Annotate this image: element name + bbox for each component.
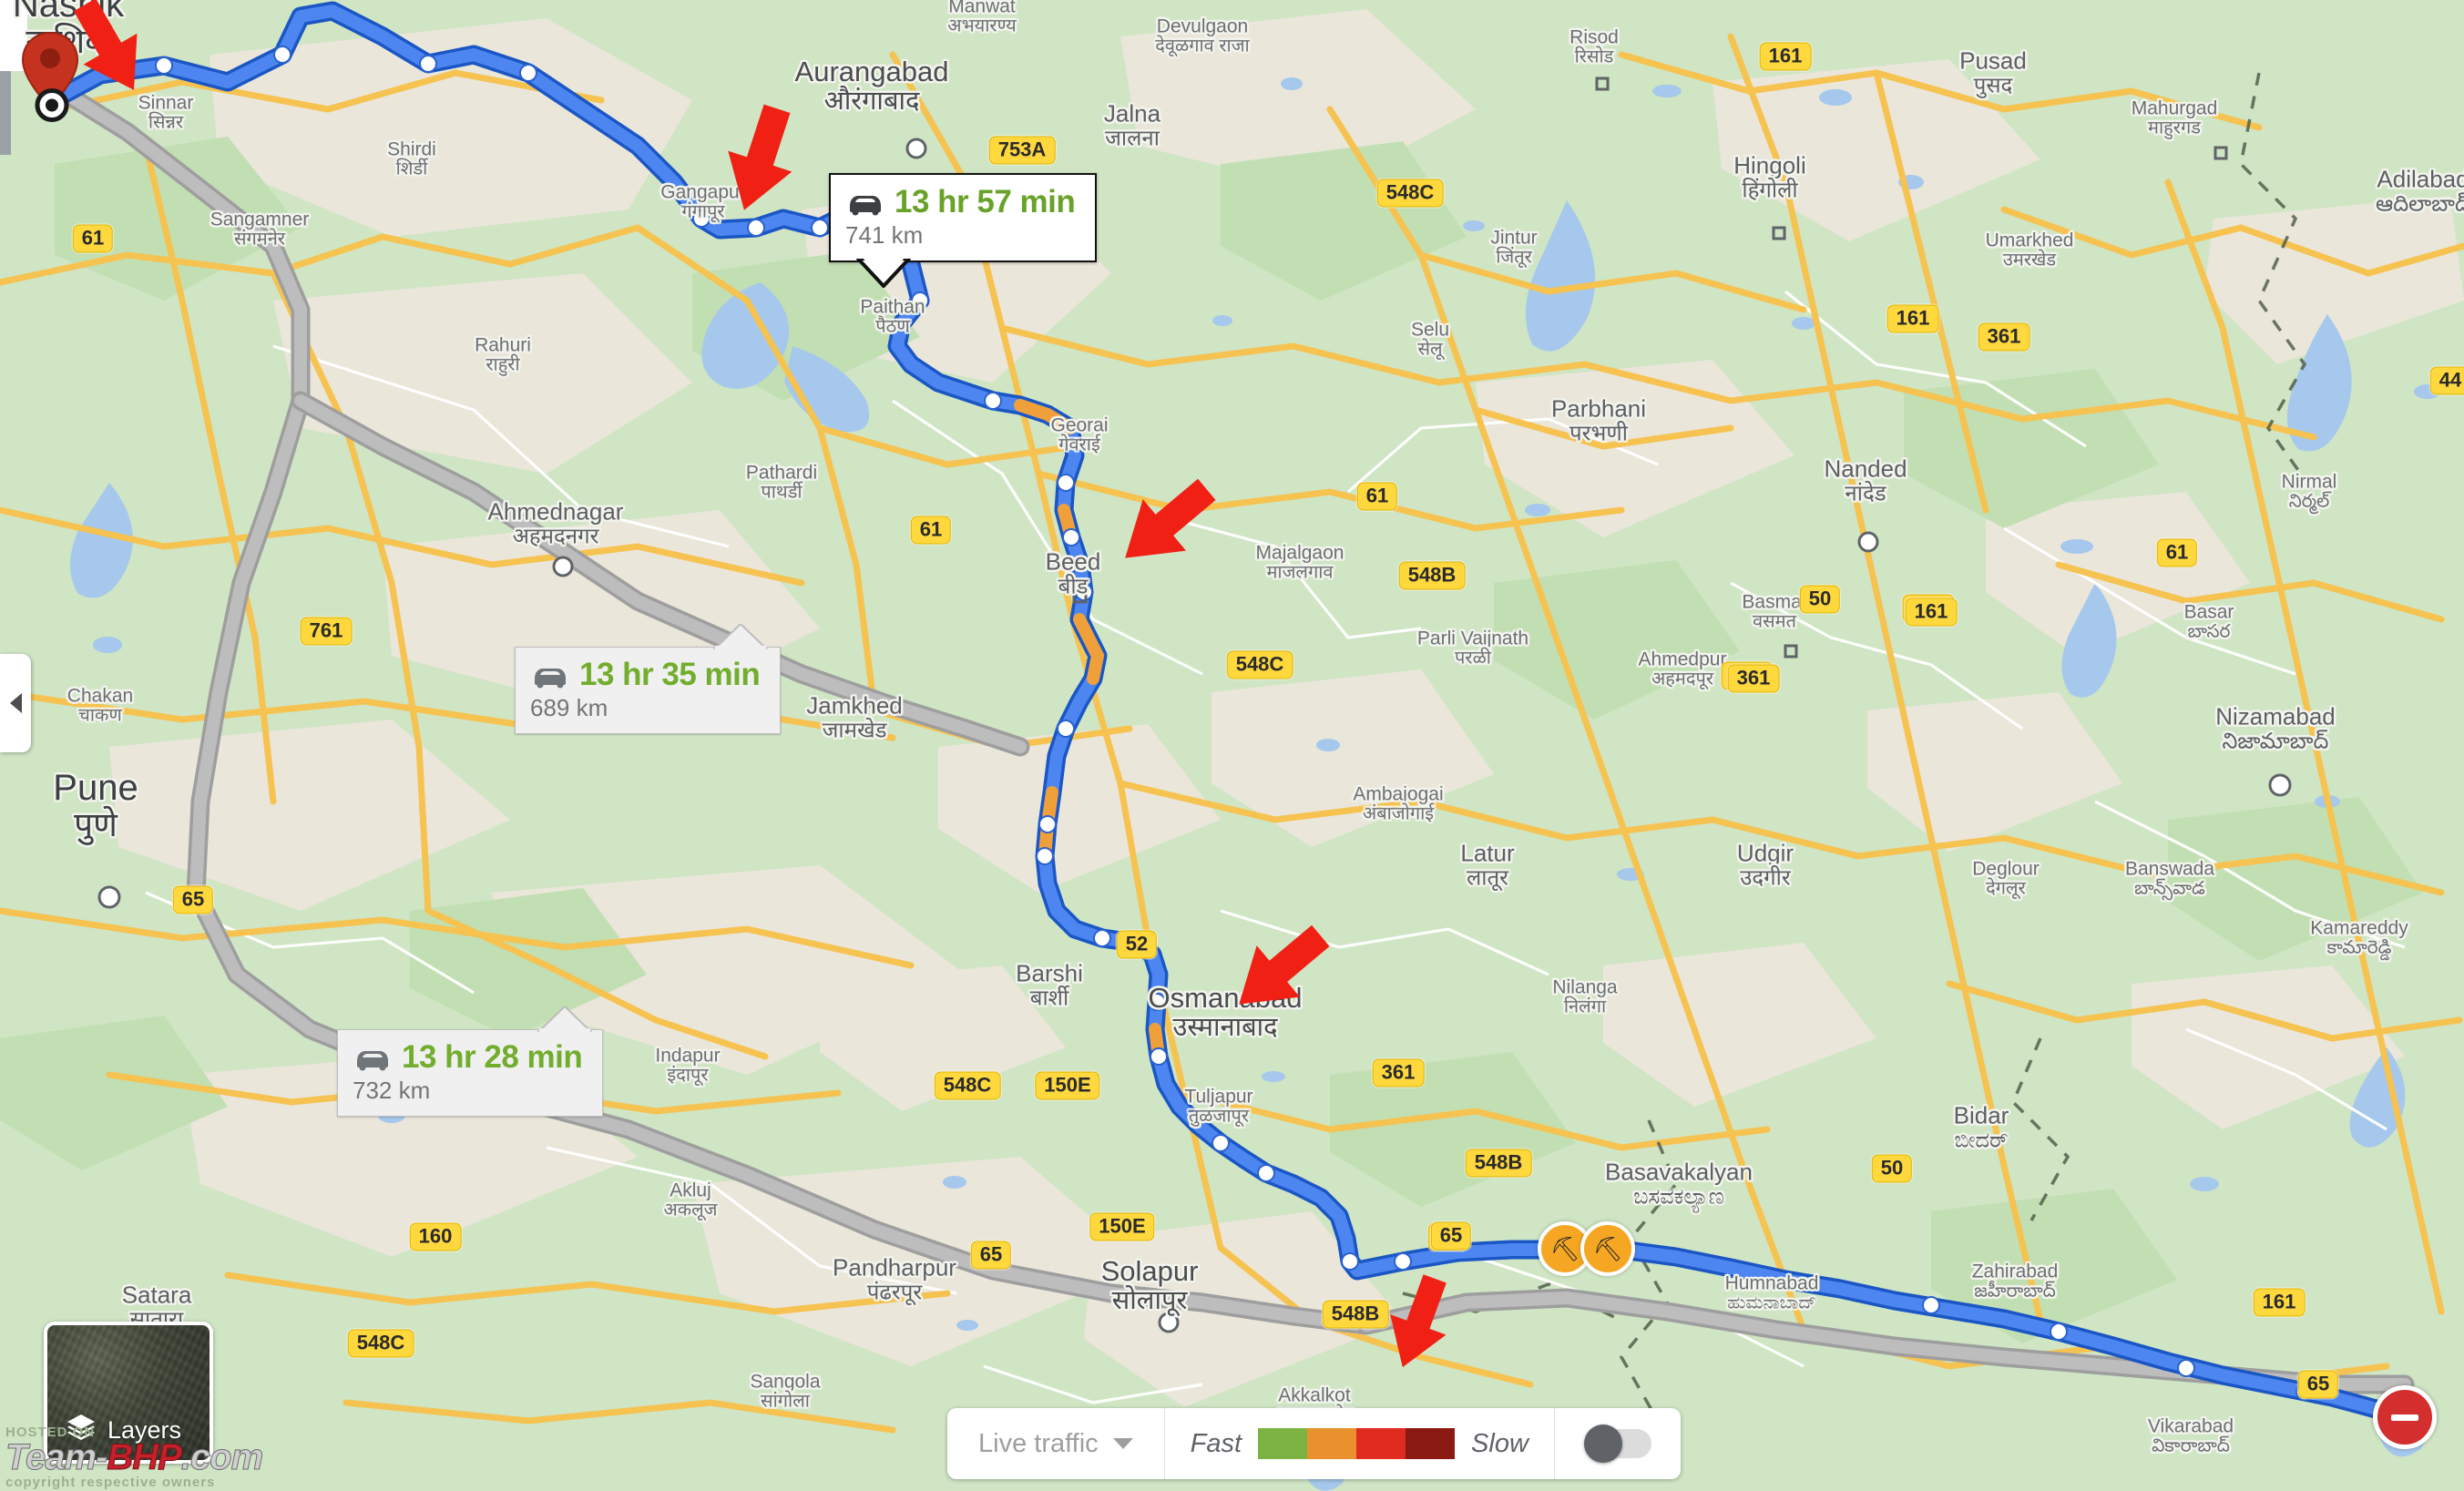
route-duration: 13 hr 57 min	[895, 184, 1076, 220]
red-annotation-arrow	[55, 0, 164, 107]
traffic-toggle-knob[interactable]	[1583, 1425, 1622, 1463]
chevron-down-icon	[1112, 1438, 1133, 1449]
card-tail	[537, 1006, 593, 1032]
traffic-fast-label: Fast	[1190, 1428, 1242, 1458]
route-duration-card-primary[interactable]: 13 hr 57 min 741 km	[829, 173, 1098, 288]
traffic-swatch-moderate	[1307, 1428, 1357, 1459]
closure-bar-icon	[2391, 1414, 2418, 1421]
card-tail	[712, 624, 769, 649]
red-annotation-arrow	[1107, 465, 1225, 587]
road-closure-icon[interactable]	[2373, 1385, 2437, 1449]
roadwork-icon[interactable]: ⛏	[1580, 1221, 1635, 1276]
chevron-left-icon	[9, 693, 22, 713]
car-icon	[530, 663, 568, 689]
route-duration: 13 hr 35 min	[579, 657, 761, 692]
route-duration: 13 hr 28 min	[402, 1039, 583, 1075]
route-duration-card-alt-2[interactable]: 13 hr 28 min 732 km	[337, 1006, 604, 1117]
traffic-legend-bar[interactable]: Live traffic Fast Slow	[947, 1408, 1681, 1479]
car-icon	[845, 190, 884, 216]
route-distance: 689 km	[530, 694, 608, 721]
traffic-scale-segment: Fast Slow	[1165, 1408, 1554, 1479]
traffic-toggle-button[interactable]	[1555, 1425, 1681, 1463]
side-panel-shadow	[0, 71, 11, 155]
red-annotation-arrow	[701, 100, 820, 223]
red-annotation-arrow	[1221, 911, 1339, 1034]
car-icon	[353, 1046, 391, 1071]
route-distance: 741 km	[845, 221, 924, 249]
map-viewport[interactable]: NashikनाशिकSinnarसिन्नरShirdiशिर्डीSanga…	[0, 0, 2464, 1491]
traffic-swatch-heavy	[1356, 1428, 1406, 1459]
layers-icon	[66, 1412, 97, 1449]
traffic-slow-label: Slow	[1471, 1428, 1528, 1458]
map-canvas[interactable]	[0, 0, 2464, 1491]
route-duration-card-alt-1[interactable]: 13 hr 35 min 689 km	[515, 624, 782, 734]
card-tail	[856, 259, 911, 288]
layers-button[interactable]: Layers	[44, 1322, 213, 1464]
traffic-toggle-track[interactable]	[1583, 1425, 1651, 1463]
live-traffic-dropdown[interactable]: Live traffic	[947, 1429, 1164, 1459]
live-traffic-select-segment[interactable]: Live traffic	[947, 1408, 1164, 1479]
traffic-swatch-fast	[1258, 1428, 1308, 1459]
traffic-swatch-severe	[1406, 1428, 1456, 1459]
route-distance: 732 km	[353, 1077, 431, 1104]
collapse-side-panel-button[interactable]	[0, 654, 31, 752]
red-annotation-arrow	[1366, 1271, 1471, 1380]
live-traffic-label: Live traffic	[978, 1428, 1099, 1458]
layers-button-label: Layers	[107, 1416, 182, 1444]
